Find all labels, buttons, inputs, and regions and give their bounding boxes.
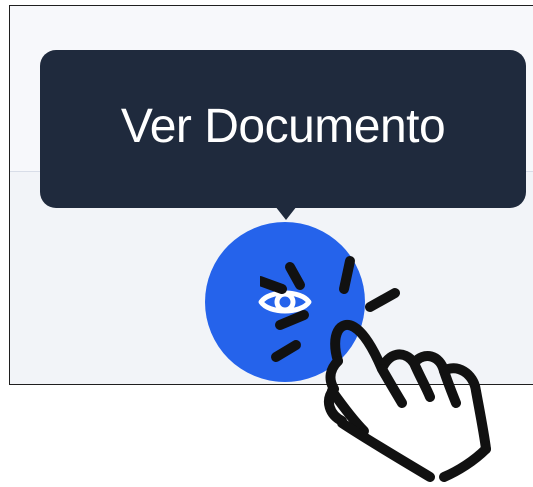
screenshot-stage: Ver Documento [0, 0, 533, 487]
tooltip-arrow [275, 206, 297, 220]
eye-icon [258, 290, 312, 314]
tooltip-label: Ver Documento [120, 99, 446, 153]
tooltip: Ver Documento [40, 50, 526, 208]
